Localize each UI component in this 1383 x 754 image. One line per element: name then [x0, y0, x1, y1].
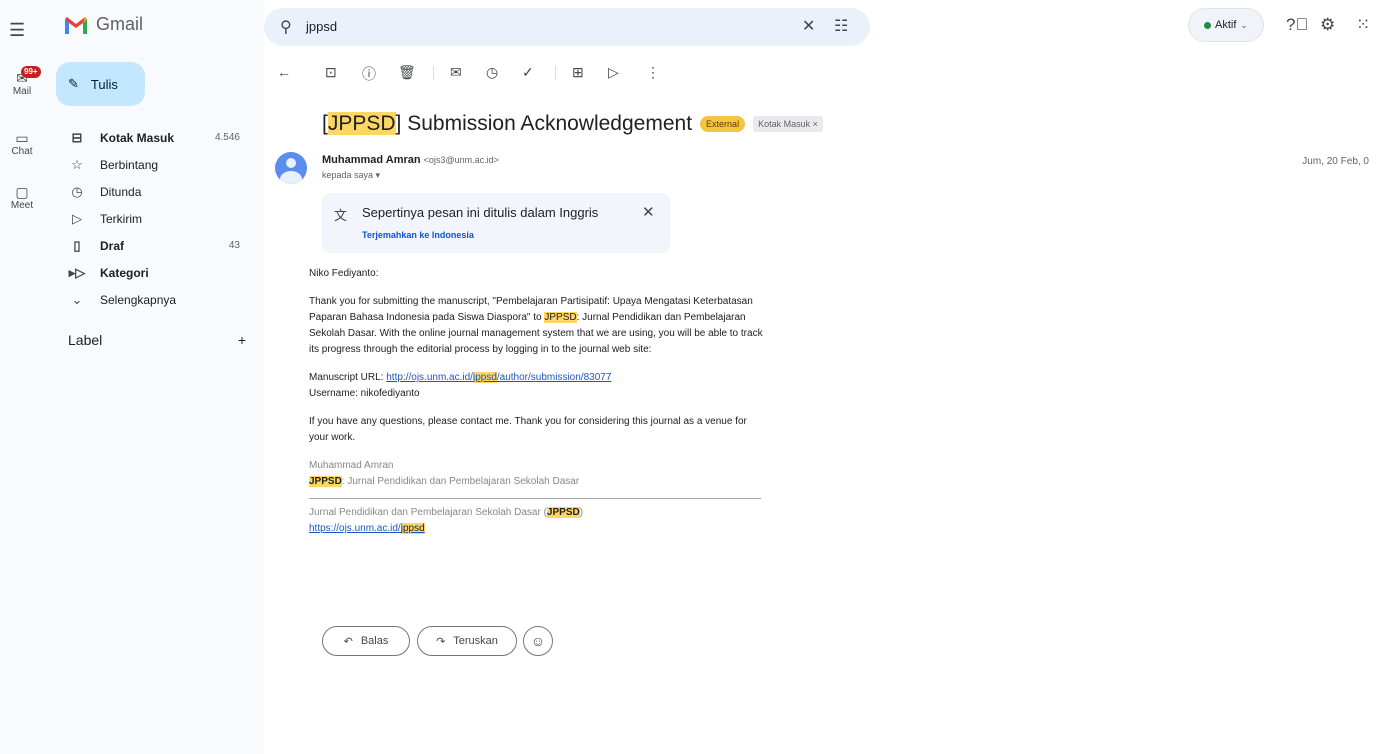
report-spam-icon[interactable]: ⓘ — [362, 64, 376, 84]
forward-button[interactable]: ↷ Teruskan — [417, 626, 517, 656]
forward-icon: ↷ — [436, 635, 446, 648]
sidebar: Gmail ✎ Tulis ⊟ Kotak Masuk 4.546 ☆ Berb… — [44, 0, 264, 754]
rail-chat[interactable]: ▭ Chat — [0, 130, 44, 157]
sidebar-item-inbox[interactable]: ⊟ Kotak Masuk 4.546 — [44, 124, 264, 151]
smiley-icon: ☺ — [530, 633, 546, 649]
sidebar-item-starred[interactable]: ☆ Berbintang — [44, 151, 264, 178]
labels-section-header: Label + — [68, 332, 246, 348]
snooze-icon[interactable]: ◷ — [486, 64, 498, 81]
search-input[interactable]: jppsd — [306, 19, 337, 34]
gmail-logo[interactable]: Gmail — [64, 14, 143, 35]
divider — [309, 498, 761, 499]
inbox-icon: ⊟ — [71, 129, 83, 145]
signature: Muhammad Amran JPPSD: Jurnal Pendidikan … — [309, 458, 769, 537]
star-icon: ☆ — [71, 156, 83, 172]
clear-search-icon[interactable]: ✕ — [802, 16, 815, 36]
body-paragraph: If you have any questions, please contac… — [309, 416, 747, 443]
greeting: Niko Fediyanto: — [309, 268, 379, 279]
reply-icon: ↶ — [343, 635, 353, 648]
compose-button[interactable]: ✎ Tulis — [56, 62, 145, 106]
label-icon: ▸▷ — [68, 264, 86, 280]
email-subject: [JPPSD] Submission Acknowledgement Exter… — [322, 112, 823, 136]
emoji-react-button[interactable]: ☺ — [523, 626, 553, 656]
pencil-icon: ✎ — [68, 76, 79, 91]
back-icon[interactable]: ← — [277, 64, 291, 80]
sidebar-item-categories[interactable]: ▸▷ Kategori — [44, 259, 264, 286]
send-icon: ▷ — [72, 210, 82, 226]
apps-icon[interactable]: ⁙ — [1356, 15, 1370, 35]
search-options-icon[interactable]: ☷ — [834, 16, 848, 36]
chevron-down-icon: ⌄ — [71, 291, 83, 307]
search-icon[interactable]: ⚲ — [280, 17, 292, 37]
app-rail: ☰ ✉ Mail 99+ ▭ Chat ▢ Meet — [0, 0, 44, 754]
inbox-count: 4.546 — [214, 132, 240, 143]
sidebar-item-drafts[interactable]: ▯ Draf 43 — [44, 232, 264, 259]
archive-icon[interactable]: ⊡ — [325, 64, 337, 81]
sidebar-item-sent[interactable]: ▷ Terkirim — [44, 205, 264, 232]
inbox-label-chip[interactable]: Kotak Masuk × — [753, 116, 823, 132]
translate-link[interactable]: Terjemahkan ke Indonesia — [362, 230, 474, 240]
body-paragraph: Thank you for submitting the manuscript,… — [309, 296, 763, 355]
sidebar-item-more[interactable]: ⌄ Selengkapnya — [44, 286, 264, 313]
chevron-down-icon: ⌄ — [1240, 19, 1248, 30]
toolbar-divider — [433, 66, 434, 80]
avatar[interactable] — [275, 152, 307, 184]
add-label-button[interactable]: + — [238, 332, 246, 348]
add-task-icon[interactable]: ✓ — [522, 64, 534, 81]
translate-banner: 文 Sepertinya pesan ini ditulis dalam Ing… — [322, 193, 670, 253]
status-dot — [1204, 21, 1212, 29]
mark-unread-icon[interactable]: ✉ — [450, 64, 462, 81]
meet-icon: ▢ — [15, 184, 29, 200]
translate-icon: 文 — [334, 208, 348, 223]
toolbar-divider — [555, 66, 556, 80]
gmail-m-icon — [65, 16, 87, 34]
email-body: Niko Fediyanto: Thank you for submitting… — [309, 266, 769, 537]
gear-icon[interactable]: ⚙ — [1320, 15, 1335, 35]
clock-icon: ◷ — [71, 183, 83, 199]
recipient-details[interactable]: kepada saya ▾ — [322, 170, 380, 181]
email-date: Jum, 20 Feb, 0 — [1302, 156, 1369, 167]
delete-icon[interactable]: 🗑 — [398, 64, 416, 81]
journal-link[interactable]: https://ojs.unm.ac.id/jppsd — [309, 523, 425, 534]
manuscript-info: Manuscript URL: http://ojs.unm.ac.id/jpp… — [309, 372, 612, 399]
draft-icon: ▯ — [73, 237, 81, 253]
manuscript-link[interactable]: http://ojs.unm.ac.id/jppsd/author/submis… — [386, 372, 611, 383]
app-name: Gmail — [96, 14, 144, 34]
search-bar[interactable]: ⚲ jppsd ✕ ☷ — [264, 8, 870, 46]
external-tag: External — [700, 116, 746, 132]
rail-meet[interactable]: ▢ Meet — [0, 184, 44, 211]
label-icon[interactable]: ▷ — [608, 64, 619, 81]
reply-button[interactable]: ↶ Balas — [322, 626, 410, 656]
sidebar-item-snoozed[interactable]: ◷ Ditunda — [44, 178, 264, 205]
status-selector[interactable]: Aktif ⌄ — [1188, 8, 1264, 42]
main-menu-icon[interactable]: ☰ — [9, 20, 25, 41]
close-icon[interactable]: ✕ — [642, 203, 655, 221]
translate-message: Sepertinya pesan ini ditulis dalam Inggr… — [362, 205, 599, 220]
help-icon[interactable]: ?⃝ — [1286, 15, 1308, 35]
move-to-icon[interactable]: ⊞ — [572, 64, 584, 81]
sender-email: <ojs3@unm.ac.id> — [423, 155, 499, 165]
more-options-icon[interactable]: ⋮ — [646, 64, 660, 81]
unread-badge: 99+ — [21, 66, 41, 78]
sender-name[interactable]: Muhammad Amran — [322, 154, 421, 166]
nav-list: ⊟ Kotak Masuk 4.546 ☆ Berbintang ◷ Ditun… — [44, 124, 264, 313]
sender-line: Muhammad Amran <ojs3@unm.ac.id> — [322, 154, 499, 166]
drafts-count: 43 — [228, 240, 240, 251]
chat-icon: ▭ — [15, 130, 29, 146]
